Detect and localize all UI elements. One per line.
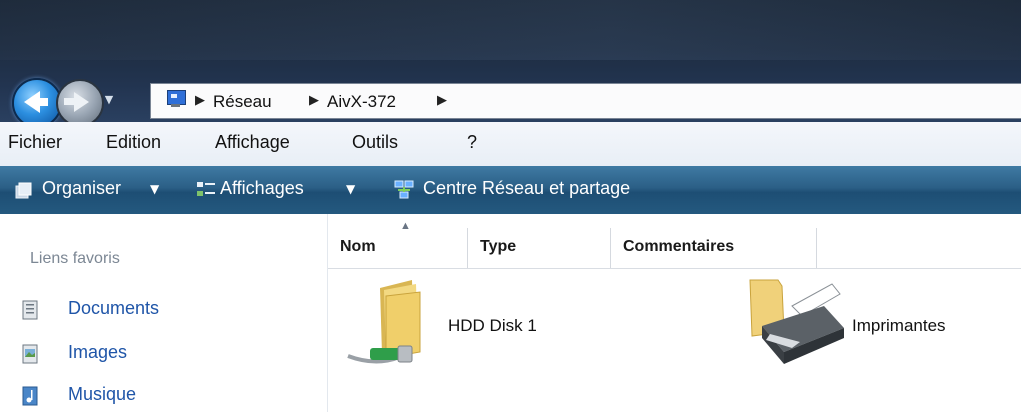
breadcrumb-separator-icon[interactable]: ▶ xyxy=(309,93,319,108)
organize-label: Organiser xyxy=(42,178,122,198)
menu-fichier[interactable]: Fichier xyxy=(8,132,62,153)
menu-edition[interactable]: Edition xyxy=(106,132,161,153)
documents-icon xyxy=(22,300,38,320)
menu-help[interactable]: ? xyxy=(467,132,477,153)
chevron-down-icon: ▼ xyxy=(150,182,160,196)
column-header-label: Commentaires xyxy=(623,238,735,255)
favorite-links-heading: Liens favoris xyxy=(30,250,120,267)
address-bar[interactable]: ▶ Réseau ▶ AivX-372 ▶ xyxy=(150,83,1021,119)
navigation-pane: Liens favoris Documents Images Musique xyxy=(0,214,328,412)
breadcrumb-separator-icon[interactable]: ▶ xyxy=(437,93,447,108)
network-computer-icon xyxy=(164,89,186,109)
column-header-type[interactable]: Type xyxy=(468,228,611,268)
file-list-pane: Nom ▲ Type Commentaires HDD Disk 1 Impri… xyxy=(328,214,1021,412)
column-header-row: Nom ▲ Type Commentaires xyxy=(328,220,1021,269)
breadcrumb-aivx-372[interactable]: AivX-372 xyxy=(327,92,396,112)
sidebar-item-label: Musique xyxy=(68,384,137,404)
chevron-down-icon: ▼ xyxy=(346,182,356,196)
network-center-icon xyxy=(394,180,414,199)
menu-bar: Fichier Edition Affichage Outils ? xyxy=(0,122,1021,167)
views-icon xyxy=(197,182,215,196)
list-item-label: Imprimantes xyxy=(852,316,946,335)
breadcrumb-reseau[interactable]: Réseau xyxy=(213,92,272,112)
forward-button[interactable] xyxy=(56,79,104,127)
sidebar-item-label: Images xyxy=(68,342,128,362)
menu-affichage[interactable]: Affichage xyxy=(215,132,290,153)
chevron-down-icon: ▼ xyxy=(104,93,114,106)
column-header-nom[interactable]: Nom ▲ xyxy=(328,220,468,268)
organize-icon xyxy=(15,182,32,199)
column-header-label: Type xyxy=(480,238,517,255)
printer-folder-icon xyxy=(749,279,844,364)
network-center-label: Centre Réseau et partage xyxy=(423,178,631,198)
column-header-commentaires[interactable]: Commentaires xyxy=(611,228,817,268)
music-icon xyxy=(22,386,38,406)
views-label: Affichages xyxy=(220,178,304,198)
history-dropdown-button[interactable]: ▼ xyxy=(103,91,115,109)
sidebar-item-label: Documents xyxy=(68,298,160,318)
back-button[interactable] xyxy=(12,78,62,128)
images-icon xyxy=(22,344,38,364)
column-header-label: Nom xyxy=(340,238,376,255)
breadcrumb-separator-icon[interactable]: ▶ xyxy=(195,93,205,108)
menu-outils[interactable]: Outils xyxy=(352,132,398,153)
sort-ascending-icon: ▲ xyxy=(400,220,411,232)
command-bar: Organiser ▼ Affichages ▼ Centre Réseau e… xyxy=(0,166,1021,214)
network-share-folder-icon xyxy=(347,280,421,364)
list-item-label: HDD Disk 1 xyxy=(448,316,537,335)
